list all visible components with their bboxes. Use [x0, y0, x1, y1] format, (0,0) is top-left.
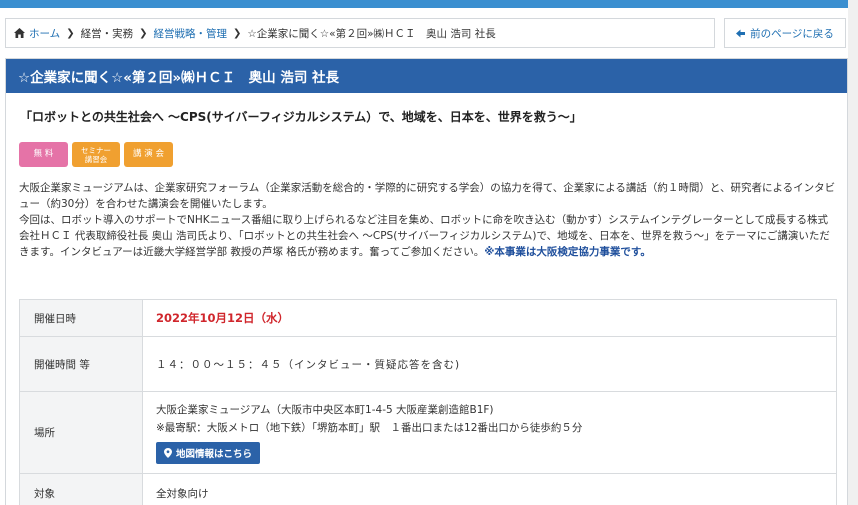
date-cell: 2022年10月12日（水） — [142, 299, 837, 337]
map-pin-icon — [164, 448, 172, 458]
target-value: 全対象向け — [142, 473, 837, 505]
venue-cell: 大阪企業家ミュージアム（大阪市中央区本町1-4-5 大阪産業創造館B1F) ※最… — [142, 391, 837, 474]
description-paragraph-2-text: 今回は、ロボット導入のサポートでNHKニュース番組に取り上げられるなど注目を集め… — [19, 214, 830, 258]
tag-seminar: セミナー 講習会 — [72, 142, 120, 167]
event-subtitle: 「ロボットとの共生社会へ ～CPS(サイバーフィジカルシステム）で、地域を、日本… — [20, 110, 582, 124]
map-info-button[interactable]: 地図情報はこちら — [156, 442, 261, 464]
map-info-button-label[interactable]: 地図情報はこちら — [176, 446, 252, 460]
tag-seminar-line2: 講習会 — [84, 154, 108, 164]
date-label: 開催日時 — [19, 299, 143, 337]
breadcrumb-home-label[interactable]: ホーム — [29, 26, 60, 41]
venue-label: 場所 — [19, 391, 143, 474]
time-cell: １４：００～１５：４５（インタビュー・質疑応答を含む) — [142, 336, 837, 392]
venue-access: ※最寄駅：大阪メトロ（地下鉄）「堺筋本町」駅 １番出口または12番出口から徒歩約… — [156, 422, 583, 434]
time-value: １４：００～１５：４５（インタビュー・質疑応答を含む) — [156, 358, 461, 371]
breadcrumb-item-business[interactable]: 経営・実務 — [81, 26, 134, 41]
table-row-venue: 場所 大阪企業家ミュージアム（大阪市中央区本町1-4-5 大阪産業創造館B1F)… — [19, 391, 837, 474]
event-panel: ☆企業家に聞く☆«第２回»㈱ＨＣＩ 奥山 浩司 社長 「ロボットとの共生社会へ … — [5, 58, 848, 505]
description-paragraph-1: 大阪企業家ミュージアムは、企業家研究フォーラム（企業家活動を総合的・学際的に研究… — [19, 182, 836, 210]
event-title: ☆企業家に聞く☆«第２回»㈱ＨＣＩ 奥山 浩司 社長 — [6, 59, 847, 93]
description-note: ※本事業は大阪検定協力事業です。 — [484, 246, 651, 258]
event-tags: 無 料 セミナー 講習会 講 演 会 — [19, 142, 173, 167]
event-description: 大阪企業家ミュージアムは、企業家研究フォーラム（企業家活動を総合的・学際的に研究… — [19, 180, 837, 260]
breadcrumb-item-current: ☆企業家に聞く☆«第２回»㈱ＨＣＩ 奥山 浩司 社長 — [247, 27, 496, 40]
tag-seminar-line1: セミナー — [81, 145, 111, 155]
breadcrumb-item-strategy[interactable]: 経営戦略・管理 — [153, 26, 227, 41]
arrow-left-icon — [736, 29, 746, 37]
venue-address: 大阪企業家ミュージアム（大阪市中央区本町1-4-5 大阪産業創造館B1F) — [156, 404, 494, 416]
table-row-time: 開催時間 等 １４：００～１５：４５（インタビュー・質疑応答を含む) — [19, 336, 837, 392]
back-button-label[interactable]: 前のページに戻る — [750, 26, 834, 41]
event-details-table: 開催日時 2022年10月12日（水） 開催時間 等 １４：００～１５：４５（イ… — [19, 299, 837, 505]
date-value: 2022年10月12日（水） — [156, 311, 290, 325]
target-label: 対象 — [19, 473, 143, 505]
scrollbar[interactable] — [848, 0, 858, 505]
chevron-right-icon: ❯ — [139, 27, 148, 39]
back-button[interactable]: 前のページに戻る — [724, 18, 846, 48]
breadcrumb-home[interactable]: ホーム — [14, 26, 60, 41]
table-row-date: 開催日時 2022年10月12日（水） — [19, 299, 837, 337]
home-icon — [14, 28, 25, 38]
tag-seminar-label: セミナー 講習会 — [81, 146, 111, 164]
tag-free: 無 料 — [19, 142, 68, 167]
description-paragraph-2: 今回は、ロボット導入のサポートでNHKニュース番組に取り上げられるなど注目を集め… — [19, 212, 837, 260]
table-row-target: 対象 全対象向け — [19, 473, 837, 505]
chevron-right-icon: ❯ — [66, 27, 75, 39]
chevron-right-icon: ❯ — [232, 27, 242, 39]
time-label: 開催時間 等 — [19, 336, 143, 392]
tag-lecture: 講 演 会 — [124, 142, 173, 167]
top-accent-bar — [0, 0, 848, 8]
breadcrumb: ホーム ❯ 経営・実務 ❯ 経営戦略・管理 ❯ ☆企業家に聞く☆«第２回»㈱ＨＣ… — [5, 18, 715, 48]
page-content: ホーム ❯ 経営・実務 ❯ 経営戦略・管理 ❯ ☆企業家に聞く☆«第２回»㈱ＨＣ… — [0, 8, 848, 505]
